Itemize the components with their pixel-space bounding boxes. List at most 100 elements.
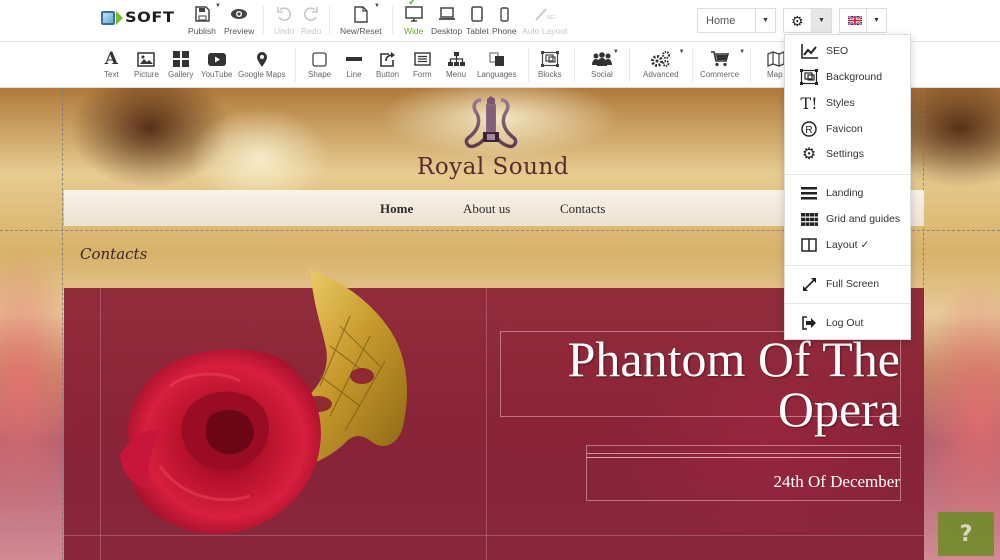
map-icon [767,50,784,68]
menu-item-favicon[interactable]: R Favicon [785,118,910,140]
settings-select[interactable]: ⚙ ▼ [783,8,832,33]
eye-icon [230,4,248,24]
social-icon [591,50,612,68]
cogs-icon [650,50,671,68]
tool-menu[interactable]: Menu [446,50,466,79]
monitor-icon [404,4,423,24]
menu-item-background[interactable]: Background [785,66,910,88]
tool-map[interactable]: Map [767,50,784,79]
save-icon [194,4,210,24]
chevron-down-icon[interactable]: ▼ [755,9,775,32]
divider-line [587,453,900,454]
menu-item-styles[interactable]: T! Styles [785,92,910,114]
tool-youtube[interactable]: YouTube [201,50,232,79]
caret-icon: ▼ [678,49,685,55]
page-select[interactable]: Home ▼ [697,8,776,33]
line-icon [346,50,362,68]
tool-commerce[interactable]: Commerce ▼ [700,49,745,79]
view-phone-button[interactable]: Phone [492,4,517,36]
banner-title[interactable]: Phantom Of The Opera [568,334,900,434]
caret-icon: ▼ [739,49,746,55]
nav-about-us[interactable]: About us [463,201,510,217]
auto-layout-button[interactable]: BETA Auto Layout [522,4,567,36]
text-icon: A [104,49,118,69]
menu-item-log-out[interactable]: Log Out [785,312,910,334]
undo-button[interactable]: Undo [274,4,294,36]
publish-caret-icon[interactable]: ▼ [215,3,221,9]
caret-icon: ▼ [612,49,619,55]
divider [329,6,330,34]
menu-item-settings[interactable]: ⚙ Settings [785,143,910,165]
new-reset-caret-icon[interactable]: ▼ [374,3,380,9]
menu-divider [785,265,910,266]
tool-google-maps[interactable]: Google Maps [238,50,286,79]
gallery-icon [172,50,189,68]
view-wide-button[interactable]: Wide [404,4,423,36]
laptop-icon [438,4,456,24]
file-icon [354,4,368,24]
redo-icon [303,4,319,24]
youtube-icon [207,50,226,68]
tool-text[interactable]: A Text [104,49,119,79]
sitemap-icon [447,50,465,68]
divider [629,48,630,82]
picture-icon [137,50,156,68]
section-heading[interactable]: Contacts [80,245,147,263]
settings-menu: SEO Background T! Styles R Favicon ⚙ Set… [784,34,911,340]
help-button[interactable]: ? [938,512,994,556]
chart-line-icon [800,42,818,60]
lyre-logo-icon [464,96,518,149]
form-icon [414,50,431,68]
tool-gallery[interactable]: Gallery [168,50,193,79]
nav-home[interactable]: Home [380,201,413,217]
divider [263,6,264,34]
language-select[interactable]: ▼ [839,8,887,33]
divider [295,48,296,82]
uk-flag-icon [848,16,862,25]
divider [750,48,751,82]
shape-icon [312,50,327,68]
website-builder: SOFT Publish ▼ Preview Undo Redo New/Res… [0,0,1000,560]
menu-item-full-screen[interactable]: Full Screen [785,273,910,295]
chevron-down-icon[interactable]: ▼ [866,9,886,32]
map-pin-icon [256,50,268,68]
tool-social[interactable]: Social ▼ [591,49,619,79]
tool-form[interactable]: Form [413,50,432,79]
logo: SOFT [101,8,179,28]
hamburger-icon [800,184,818,202]
tool-picture[interactable]: Picture [134,50,159,79]
menu-item-seo[interactable]: SEO [785,40,910,62]
magic-wand-icon: BETA [534,4,556,24]
menu-item-layout[interactable]: Layout ✓ [785,234,910,256]
tool-languages[interactable]: Languages [477,50,517,79]
styles-icon: T! [800,93,818,113]
redo-button[interactable]: Redo [301,4,321,36]
background-icon [800,68,818,86]
phone-icon [500,4,509,24]
tool-button[interactable]: Button [376,50,399,79]
publish-button[interactable]: Publish [188,4,216,36]
nav-contacts[interactable]: Contacts [560,201,606,217]
menu-item-grid-and-guides[interactable]: Grid and guides [785,208,910,230]
logout-icon [800,314,818,332]
menu-divider [785,174,910,175]
rose-and-mask-image [120,270,407,534]
view-desktop-button[interactable]: Desktop [431,4,462,36]
tool-line[interactable]: Line [346,50,362,79]
gear-icon: ⚙ [791,13,804,29]
divider [574,48,575,82]
logo-text: SOFT [125,10,175,26]
chevron-down-icon[interactable]: ▼ [811,9,831,32]
divider [392,6,393,34]
menu-item-landing[interactable]: Landing [785,182,910,204]
preview-button[interactable]: Preview [224,4,254,36]
button-icon [379,50,396,68]
tool-advanced[interactable]: Advanced ▼ [643,49,685,79]
tool-shape[interactable]: Shape [308,50,331,79]
tool-blocks[interactable]: Blocks [538,50,562,79]
svg-text:R: R [805,125,812,136]
view-tablet-button[interactable]: Tablet [466,4,489,36]
banner-date[interactable]: 24th Of December [773,472,900,492]
divider [692,48,693,82]
divider [528,48,529,82]
